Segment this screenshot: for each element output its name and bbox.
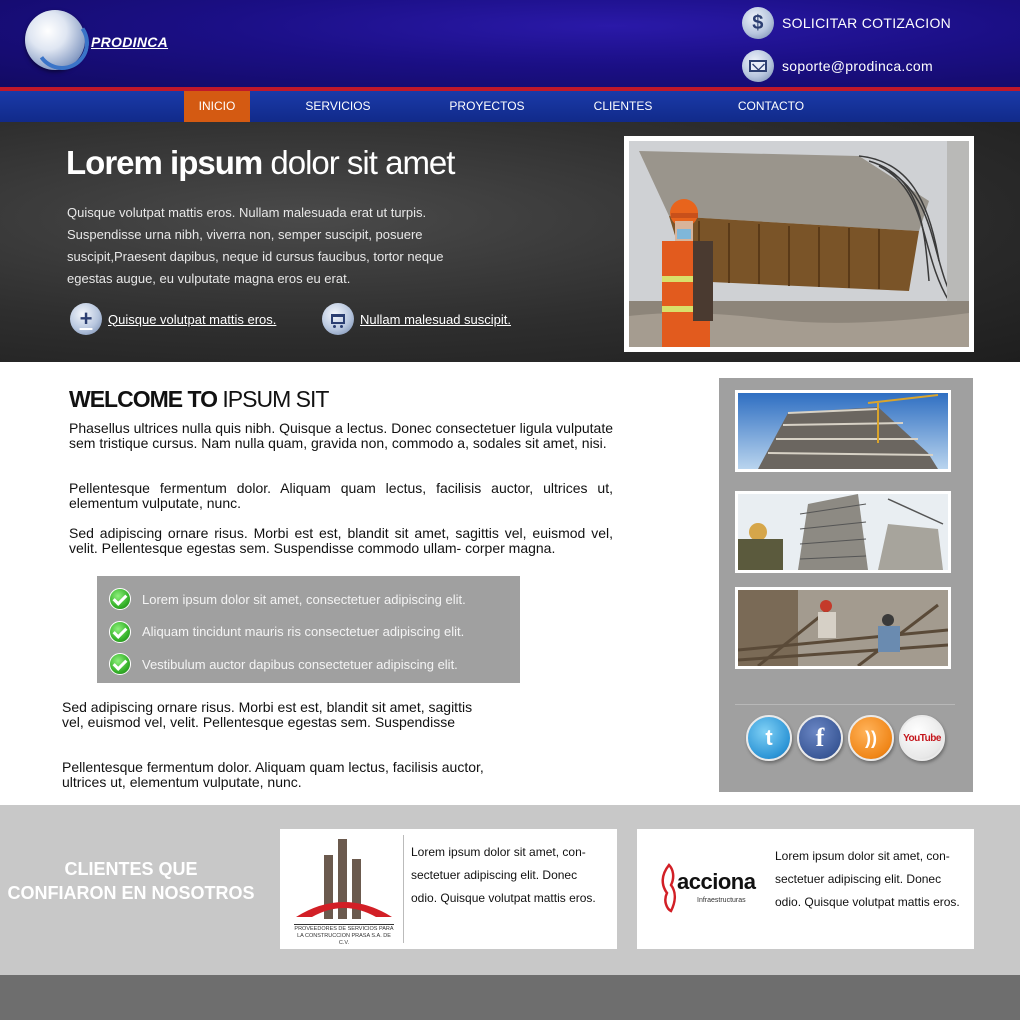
welcome-rest: IPSUM SIT <box>217 386 329 412</box>
hero-title-rest: dolor sit amet <box>262 144 455 181</box>
gallery-thumb-2[interactable] <box>735 491 951 573</box>
acciona-logo-text: acciona <box>677 869 756 894</box>
welcome-heading: WELCOME TO IPSUM SIT <box>69 386 329 413</box>
checklist-item-label: Lorem ipsum dolor sit amet, consectetuer… <box>142 591 466 607</box>
check-icon <box>109 588 131 611</box>
main-nav: INICIO SERVICIOS PROYECTOS CLIENTES CONT… <box>0 87 1020 122</box>
hero-title: Lorem ipsum dolor sit amet <box>66 144 455 182</box>
building-workers-image <box>738 494 948 570</box>
welcome-paragraph-2: Pellentesque fermentum dolor. Aliquam qu… <box>69 480 613 511</box>
request-quote-link[interactable]: $ SOLICITAR COTIZACION <box>742 7 951 39</box>
construction-worker-image <box>629 141 969 347</box>
hero-text: Quisque volutpat mattis eros. Nullam mal… <box>67 205 444 286</box>
check-icon <box>109 653 131 676</box>
hero-photo <box>624 136 974 352</box>
clients-title: CLIENTES QUE CONFIARON EN NOSOTROS <box>0 857 262 905</box>
gallery-thumb-3[interactable] <box>735 587 951 669</box>
building-frame-image <box>738 393 948 469</box>
prasa-caption: PROVEEDORES DE SERVICIOS PARA LA CONSTRU… <box>294 924 394 946</box>
acciona-logo-icon: acciona Infraestructuras <box>659 863 759 913</box>
client-card-prasa[interactable]: PROVEEDORES DE SERVICIOS PARA LA CONSTRU… <box>280 829 617 949</box>
clients-title-line-1: CLIENTES QUE <box>64 859 198 879</box>
check-icon <box>109 620 131 643</box>
welcome-bold: WELCOME TO <box>69 386 218 412</box>
checklist-item-label: Aliquam tincidunt mauris ris consectetue… <box>142 624 465 640</box>
request-quote-label: SOLICITAR COTIZACION <box>782 15 952 31</box>
twitter-icon[interactable]: t <box>746 715 792 761</box>
client-card-1-text: Lorem ipsum dolor sit amet, con- sectetu… <box>411 845 596 905</box>
rss-icon[interactable]: )) <box>848 715 894 761</box>
nav-item-contacto[interactable]: CONTACTO <box>731 91 811 122</box>
prasa-logo-icon: PROVEEDORES DE SERVICIOS PARA LA CONSTRU… <box>294 837 394 946</box>
clients-title-line-2: CONFIARON EN NOSOTROS <box>7 883 255 903</box>
nav-item-proyectos[interactable]: PROYECTOS <box>442 91 532 122</box>
rebar-workers-image <box>738 590 948 666</box>
hero-section: Lorem ipsum dolor sit amet Quisque volut… <box>0 122 1020 362</box>
hero-title-bold: Lorem ipsum <box>66 144 263 181</box>
hero-link-2-label: Nullam malesuad suscipit. <box>360 311 512 327</box>
checklist-item: Vestibulum auctor dapibus consectetuer a… <box>97 648 520 681</box>
site-header: PRODINCA $ SOLICITAR COTIZACION soporte@… <box>0 0 1020 87</box>
support-email-link[interactable]: soporte@prodinca.com <box>742 50 933 82</box>
youtube-label: YouTube <box>903 732 941 744</box>
plus-icon: + <box>70 303 102 335</box>
youtube-icon[interactable]: YouTube <box>899 715 945 761</box>
hero-link-2[interactable]: Nullam malesuad suscipit. <box>322 303 511 335</box>
nav-item-inicio[interactable]: INICIO <box>184 91 250 122</box>
support-email-label: soporte@prodinca.com <box>782 58 933 74</box>
nav-item-servicios[interactable]: SERVICIOS <box>298 91 378 122</box>
envelope-icon <box>742 50 774 82</box>
card-separator <box>403 835 404 943</box>
checklist-item: Aliquam tincidunt mauris ris consectetue… <box>97 616 520 649</box>
hero-link-1-label: Quisque volutpat mattis eros. <box>108 311 277 327</box>
acciona-logo-subtext: Infraestructuras <box>697 897 746 904</box>
checklist-item-label: Vestibulum auctor dapibus consectetuer a… <box>142 656 458 672</box>
welcome-paragraph-1: Phasellus ultrices nulla quis nibh. Quis… <box>69 420 613 451</box>
facebook-icon[interactable]: f <box>797 715 843 761</box>
checklist-item: Lorem ipsum dolor sit amet, consectetuer… <box>97 583 520 616</box>
dollar-icon: $ <box>742 7 774 39</box>
logo-text[interactable]: PRODINCA <box>91 34 168 50</box>
logo-icon[interactable] <box>25 10 85 70</box>
client-card-acciona[interactable]: acciona Infraestructuras Lorem ipsum dol… <box>637 829 974 949</box>
hero-link-1[interactable]: + Quisque volutpat mattis eros. <box>70 303 276 335</box>
lower-paragraph-2: Pellentesque fermentum dolor. Aliquam qu… <box>62 759 484 790</box>
cart-icon <box>322 303 354 335</box>
welcome-paragraph-3: Sed adipiscing ornare risus. Morbi est e… <box>69 525 613 556</box>
sidebar-gallery: t f )) YouTube <box>719 378 973 792</box>
clients-section: CLIENTES QUE CONFIARON EN NOSOTROS PROVE… <box>0 805 1020 975</box>
client-card-2-text: Lorem ipsum dolor sit amet, con- sectetu… <box>775 849 960 909</box>
lower-paragraph-1: Sed adipiscing ornare risus. Morbi est e… <box>62 699 473 730</box>
gallery-thumb-1[interactable] <box>735 390 951 472</box>
site-footer <box>0 975 1020 1020</box>
sidebar-divider <box>735 704 955 705</box>
feature-checklist: Lorem ipsum dolor sit amet, consectetuer… <box>97 576 520 683</box>
nav-item-clientes[interactable]: CLIENTES <box>588 91 658 122</box>
